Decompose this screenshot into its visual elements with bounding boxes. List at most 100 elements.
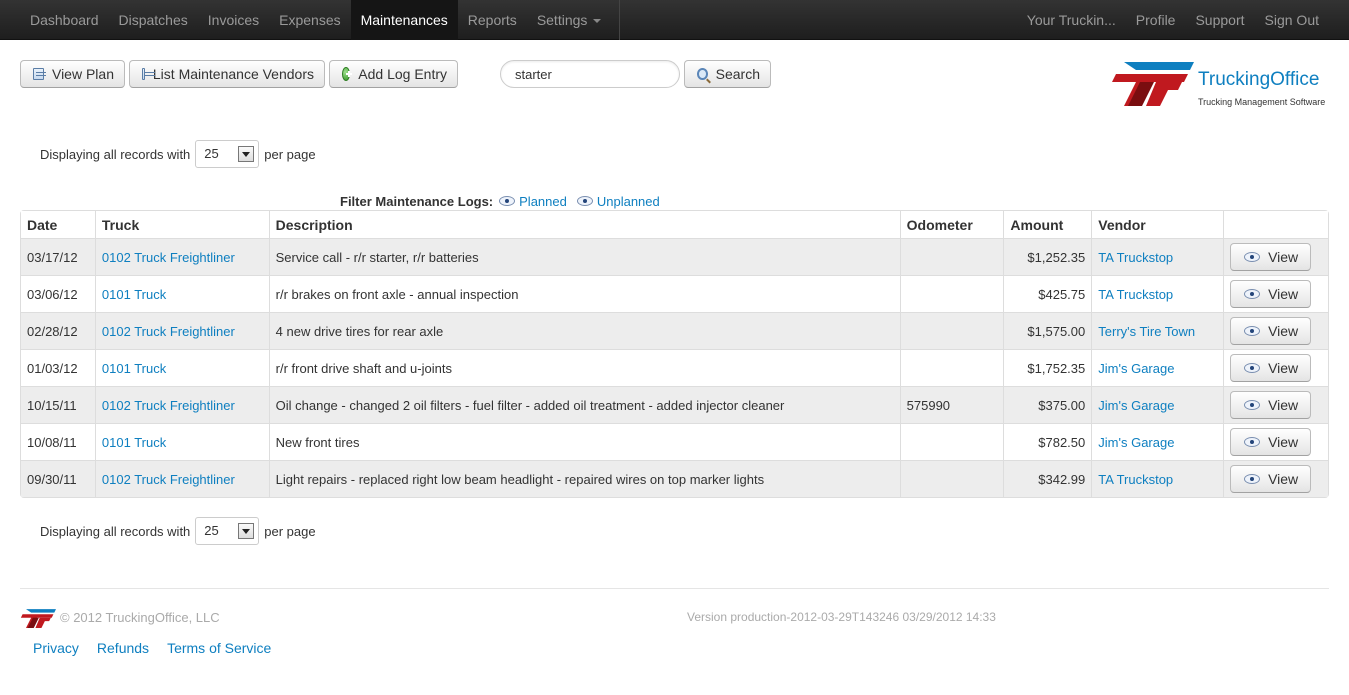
view-button[interactable]: View <box>1230 465 1312 493</box>
cell-vendor[interactable]: Jim's Garage <box>1091 386 1224 423</box>
vendor-link[interactable]: Jim's Garage <box>1098 398 1174 413</box>
cell-amount: $342.99 <box>1003 460 1092 497</box>
cell-date: 09/30/11 <box>21 460 95 497</box>
version-text: Version production-2012-03-29T143246 03/… <box>687 610 996 624</box>
vendor-link[interactable]: Jim's Garage <box>1098 435 1174 450</box>
cell-description: Oil change - changed 2 oil filters - fue… <box>268 386 900 423</box>
view-button[interactable]: View <box>1230 317 1312 345</box>
add-icon <box>342 67 353 81</box>
per-page-value: 25 <box>204 146 219 161</box>
per-page-bottom: Displaying all records with 25 per page <box>40 517 316 545</box>
truck-link[interactable]: 0102 Truck Freightliner <box>102 398 235 413</box>
truck-link[interactable]: 0102 Truck Freightliner <box>102 472 235 487</box>
vendor-link[interactable]: TA Truckstop <box>1098 287 1173 302</box>
view-button[interactable]: View <box>1230 280 1312 308</box>
list-vendors-button[interactable]: List Maintenance Vendors <box>129 60 325 88</box>
maintenance-logs-table: Date Truck Description Odometer Amount V… <box>20 210 1329 498</box>
cell-odometer <box>899 312 1004 349</box>
column-header-date[interactable]: Date <box>21 211 95 238</box>
cell-truck[interactable]: 0102 Truck Freightliner <box>94 386 269 423</box>
truck-link[interactable]: 0101 Truck <box>102 361 166 376</box>
cell-truck[interactable]: 0102 Truck Freightliner <box>94 312 269 349</box>
add-log-entry-button[interactable]: Add Log Entry <box>329 60 458 88</box>
cell-truck[interactable]: 0102 Truck Freightliner <box>94 460 269 497</box>
view-button[interactable]: View <box>1230 428 1312 456</box>
cell-odometer <box>899 423 1004 460</box>
truck-link[interactable]: 0101 Truck <box>102 435 166 450</box>
cell-actions: View <box>1223 386 1328 423</box>
per-page-select[interactable]: 25 <box>195 140 260 168</box>
cell-truck[interactable]: 0101 Truck <box>94 275 269 312</box>
cell-truck[interactable]: 0101 Truck <box>94 423 269 460</box>
cell-amount: $375.00 <box>1003 386 1092 423</box>
cell-date: 03/17/12 <box>21 238 95 275</box>
per-page-suffix: per page <box>264 523 316 539</box>
column-header-truck[interactable]: Truck <box>94 211 269 238</box>
column-header-amount[interactable]: Amount <box>1003 211 1092 238</box>
cell-vendor[interactable]: TA Truckstop <box>1091 460 1224 497</box>
nav-reports[interactable]: Reports <box>458 0 527 40</box>
privacy-link[interactable]: Privacy <box>33 640 79 656</box>
nav-profile[interactable]: Profile <box>1126 0 1186 40</box>
table-row: 01/03/12 0101 Truck r/r front drive shaf… <box>21 349 1328 386</box>
dropdown-arrow-icon <box>238 523 255 539</box>
view-button[interactable]: View <box>1230 354 1312 382</box>
nav-account[interactable]: Your Truckin... <box>1017 0 1126 40</box>
cell-vendor[interactable]: TA Truckstop <box>1091 238 1224 275</box>
column-header-odometer[interactable]: Odometer <box>899 211 1004 238</box>
logo-title: TruckingOffice <box>1198 69 1320 90</box>
column-header-description[interactable]: Description <box>268 211 900 238</box>
table-header-row: Date Truck Description Odometer Amount V… <box>21 211 1328 238</box>
cell-description: Service call - r/r starter, r/r batterie… <box>268 238 900 275</box>
cell-odometer <box>899 349 1004 386</box>
add-log-label: Add Log Entry <box>358 66 447 82</box>
nav-maintenances[interactable]: Maintenances <box>350 0 458 40</box>
vendor-link[interactable]: Terry's Tire Town <box>1098 324 1195 339</box>
eye-icon <box>499 196 516 206</box>
cell-odometer: 575990 <box>899 386 1004 423</box>
nav-invoices[interactable]: Invoices <box>198 0 269 40</box>
view-label: View <box>1268 434 1299 450</box>
cell-vendor[interactable]: Jim's Garage <box>1091 349 1224 386</box>
view-plan-button[interactable]: View Plan <box>20 60 125 88</box>
cell-vendor[interactable]: Jim's Garage <box>1091 423 1224 460</box>
search-button[interactable]: Search <box>684 60 771 88</box>
eye-icon <box>1244 474 1261 484</box>
refunds-link[interactable]: Refunds <box>97 640 149 656</box>
vendor-link[interactable]: TA Truckstop <box>1098 472 1173 487</box>
vendor-link[interactable]: Jim's Garage <box>1098 361 1174 376</box>
truck-link[interactable]: 0102 Truck Freightliner <box>102 250 235 265</box>
eye-icon <box>1244 252 1261 262</box>
per-page-select[interactable]: 25 <box>195 517 260 545</box>
cell-truck[interactable]: 0102 Truck Freightliner <box>94 238 269 275</box>
cell-vendor[interactable]: TA Truckstop <box>1091 275 1224 312</box>
search-input[interactable] <box>500 60 680 88</box>
eye-icon <box>1244 289 1261 299</box>
cell-vendor[interactable]: Terry's Tire Town <box>1091 312 1224 349</box>
truck-link[interactable]: 0102 Truck Freightliner <box>102 324 235 339</box>
cell-amount: $782.50 <box>1003 423 1092 460</box>
cell-truck[interactable]: 0101 Truck <box>94 349 269 386</box>
filter-unplanned-link[interactable]: Unplanned <box>597 194 660 209</box>
cell-amount: $1,575.00 <box>1003 312 1092 349</box>
cell-date: 03/06/12 <box>21 275 95 312</box>
brand-logo[interactable]: TruckingOffice Trucking Management Softw… <box>1110 60 1335 110</box>
nav-dispatches[interactable]: Dispatches <box>109 0 198 40</box>
view-label: View <box>1268 323 1299 339</box>
filter-planned-link[interactable]: Planned <box>519 194 567 209</box>
view-button[interactable]: View <box>1230 243 1312 271</box>
vendor-link[interactable]: TA Truckstop <box>1098 250 1173 265</box>
per-page-suffix: per page <box>264 146 316 162</box>
nav-dashboard[interactable]: Dashboard <box>20 0 109 40</box>
cell-odometer <box>899 460 1004 497</box>
truck-link[interactable]: 0101 Truck <box>102 287 166 302</box>
nav-support[interactable]: Support <box>1185 0 1254 40</box>
terms-of-service-link[interactable]: Terms of Service <box>167 640 271 656</box>
view-button[interactable]: View <box>1230 391 1312 419</box>
table-row: 10/08/11 0101 Truck New front tires $782… <box>21 423 1328 460</box>
nav-sign-out[interactable]: Sign Out <box>1255 0 1329 40</box>
column-header-vendor[interactable]: Vendor <box>1091 211 1224 238</box>
nav-expenses[interactable]: Expenses <box>269 0 350 40</box>
nav-settings-dropdown[interactable]: Settings <box>527 0 612 40</box>
cell-amount: $1,252.35 <box>1003 238 1092 275</box>
